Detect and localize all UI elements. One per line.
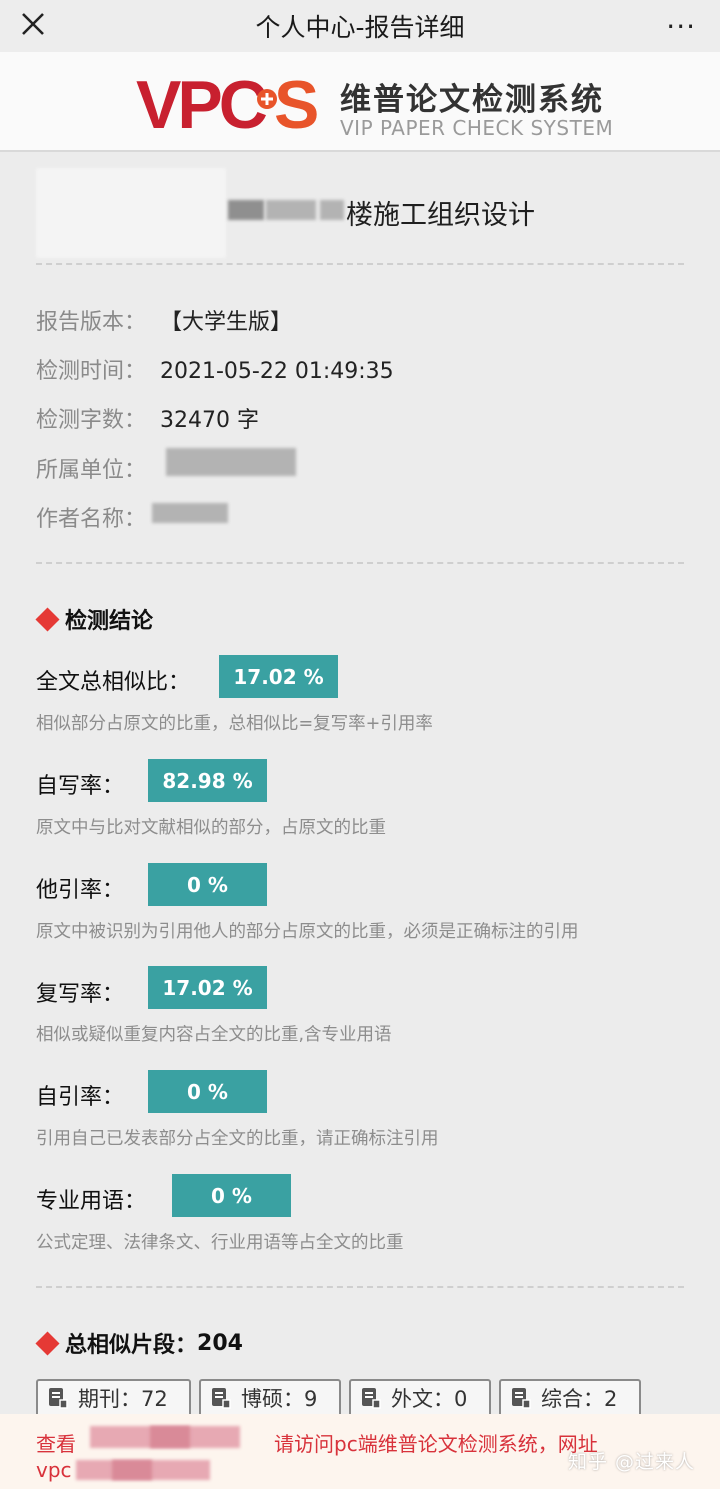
info-organization: 所属单位： bbox=[36, 452, 160, 484]
redacted-url bbox=[112, 1460, 152, 1480]
redacted-title-block bbox=[266, 200, 316, 220]
info-value: 2021-05-22 01:49:35 bbox=[160, 359, 394, 384]
document-icon bbox=[212, 1388, 231, 1409]
logo-banner: VPC S 维普论文检测系统 VIP PAPER CHECK SYSTEM bbox=[0, 52, 720, 152]
metric-value-badge: 0 % bbox=[148, 1070, 267, 1113]
info-label: 报告版本： bbox=[36, 310, 147, 335]
info-report-version: 报告版本： 【大学生版】 bbox=[36, 304, 292, 336]
metric-label: 自引率： bbox=[36, 1085, 125, 1110]
metric-description: 相似或疑似重复内容占全文的比重,含专业用语 bbox=[36, 1025, 392, 1045]
info-check-time: 检测时间： 2021-05-22 01:49:35 bbox=[36, 353, 394, 385]
metric-description: 原文中被识别为引用他人的部分占原文的比重，必须是正确标注的引用 bbox=[36, 922, 579, 942]
metric-value-badge: 0 % bbox=[148, 863, 267, 906]
logo-chinese-name: 维普论文检测系统 bbox=[340, 82, 604, 118]
document-icon bbox=[49, 1388, 68, 1409]
info-label: 所属单位： bbox=[36, 458, 147, 483]
segment-chip-journal[interactable]: 期刊：72 bbox=[36, 1379, 191, 1417]
notice-text-visit-pc: 请访问pc端维普论文检测系统，网址 bbox=[274, 1432, 598, 1456]
diamond-icon bbox=[35, 1330, 60, 1356]
more-options-icon[interactable]: ··· bbox=[666, 10, 696, 43]
section-title-conclusion: 检测结论 bbox=[35, 603, 154, 635]
notice-text-url-prefix[interactable]: vpc bbox=[36, 1458, 72, 1482]
svg-text:VPC: VPC bbox=[136, 70, 267, 136]
metric-label: 全文总相似比： bbox=[36, 670, 191, 695]
chip-label: 外文：0 bbox=[391, 1387, 468, 1411]
notice-text-view: 查看 bbox=[36, 1432, 76, 1456]
metric-description: 引用自己已发表部分占全文的比重，请正确标注引用 bbox=[36, 1129, 439, 1149]
chip-label: 综合：2 bbox=[541, 1387, 618, 1411]
redacted-title-block bbox=[228, 200, 264, 220]
metric-description: 相似部分占原文的比重，总相似比=复写率+引用率 bbox=[36, 714, 433, 734]
redacted-notice bbox=[150, 1426, 190, 1448]
redacted-title-block bbox=[320, 200, 344, 220]
segments-total: 204 bbox=[197, 1330, 243, 1356]
redacted-organization bbox=[166, 448, 296, 476]
metric-value-badge: 17.02 % bbox=[219, 655, 338, 698]
info-label: 检测时间： bbox=[36, 359, 147, 384]
divider bbox=[36, 562, 684, 564]
svg-text:S: S bbox=[274, 70, 319, 136]
document-icon bbox=[362, 1388, 381, 1409]
top-nav-bar: 个人中心-报告详细 ··· bbox=[0, 0, 720, 52]
info-word-count: 检测字数： 32470 字 bbox=[36, 402, 259, 434]
redacted-title-block bbox=[36, 168, 226, 258]
divider bbox=[36, 263, 684, 265]
paper-title: 楼施工组织设计 bbox=[346, 200, 535, 231]
info-author: 作者名称： bbox=[36, 501, 160, 533]
metric-label: 他引率： bbox=[36, 878, 125, 903]
metric-description: 公式定理、法律条文、行业用语等占全文的比重 bbox=[36, 1233, 404, 1253]
vpcs-logo: VPC S bbox=[136, 70, 319, 136]
diamond-icon bbox=[35, 606, 60, 632]
metric-value-badge: 17.02 % bbox=[148, 966, 267, 1009]
logo-english-name: VIP PAPER CHECK SYSTEM bbox=[340, 116, 614, 140]
metric-value-badge: 82.98 % bbox=[148, 759, 267, 802]
metric-description: 原文中与比对文献相似的部分，占原文的比重 bbox=[36, 818, 386, 838]
metric-label: 复写率： bbox=[36, 982, 125, 1007]
section-title-text: 总相似片段： bbox=[65, 1333, 198, 1358]
redacted-author bbox=[152, 503, 228, 523]
info-value: 32470 字 bbox=[160, 408, 259, 433]
page-title: 个人中心-报告详细 bbox=[255, 13, 465, 42]
section-title-text: 检测结论 bbox=[65, 609, 154, 634]
info-value: 【大学生版】 bbox=[160, 310, 293, 335]
metric-label: 专业用语： bbox=[36, 1189, 147, 1214]
chip-label: 博硕：9 bbox=[241, 1387, 318, 1411]
section-title-segments: 总相似片段： 204 bbox=[35, 1327, 243, 1359]
info-label: 作者名称： bbox=[36, 507, 147, 532]
chip-label: 期刊：72 bbox=[78, 1387, 168, 1411]
metric-value-badge: 0 % bbox=[172, 1174, 291, 1217]
metric-label: 自写率： bbox=[36, 774, 125, 799]
segment-chip-comprehensive[interactable]: 综合：2 bbox=[499, 1379, 641, 1417]
zhihu-watermark: 知乎 @过来人 bbox=[568, 1451, 696, 1473]
divider bbox=[36, 1286, 684, 1288]
info-label: 检测字数： bbox=[36, 408, 147, 433]
segment-chip-foreign[interactable]: 外文：0 bbox=[349, 1379, 491, 1417]
document-icon bbox=[512, 1388, 531, 1409]
segment-chip-thesis[interactable]: 博硕：9 bbox=[199, 1379, 341, 1417]
